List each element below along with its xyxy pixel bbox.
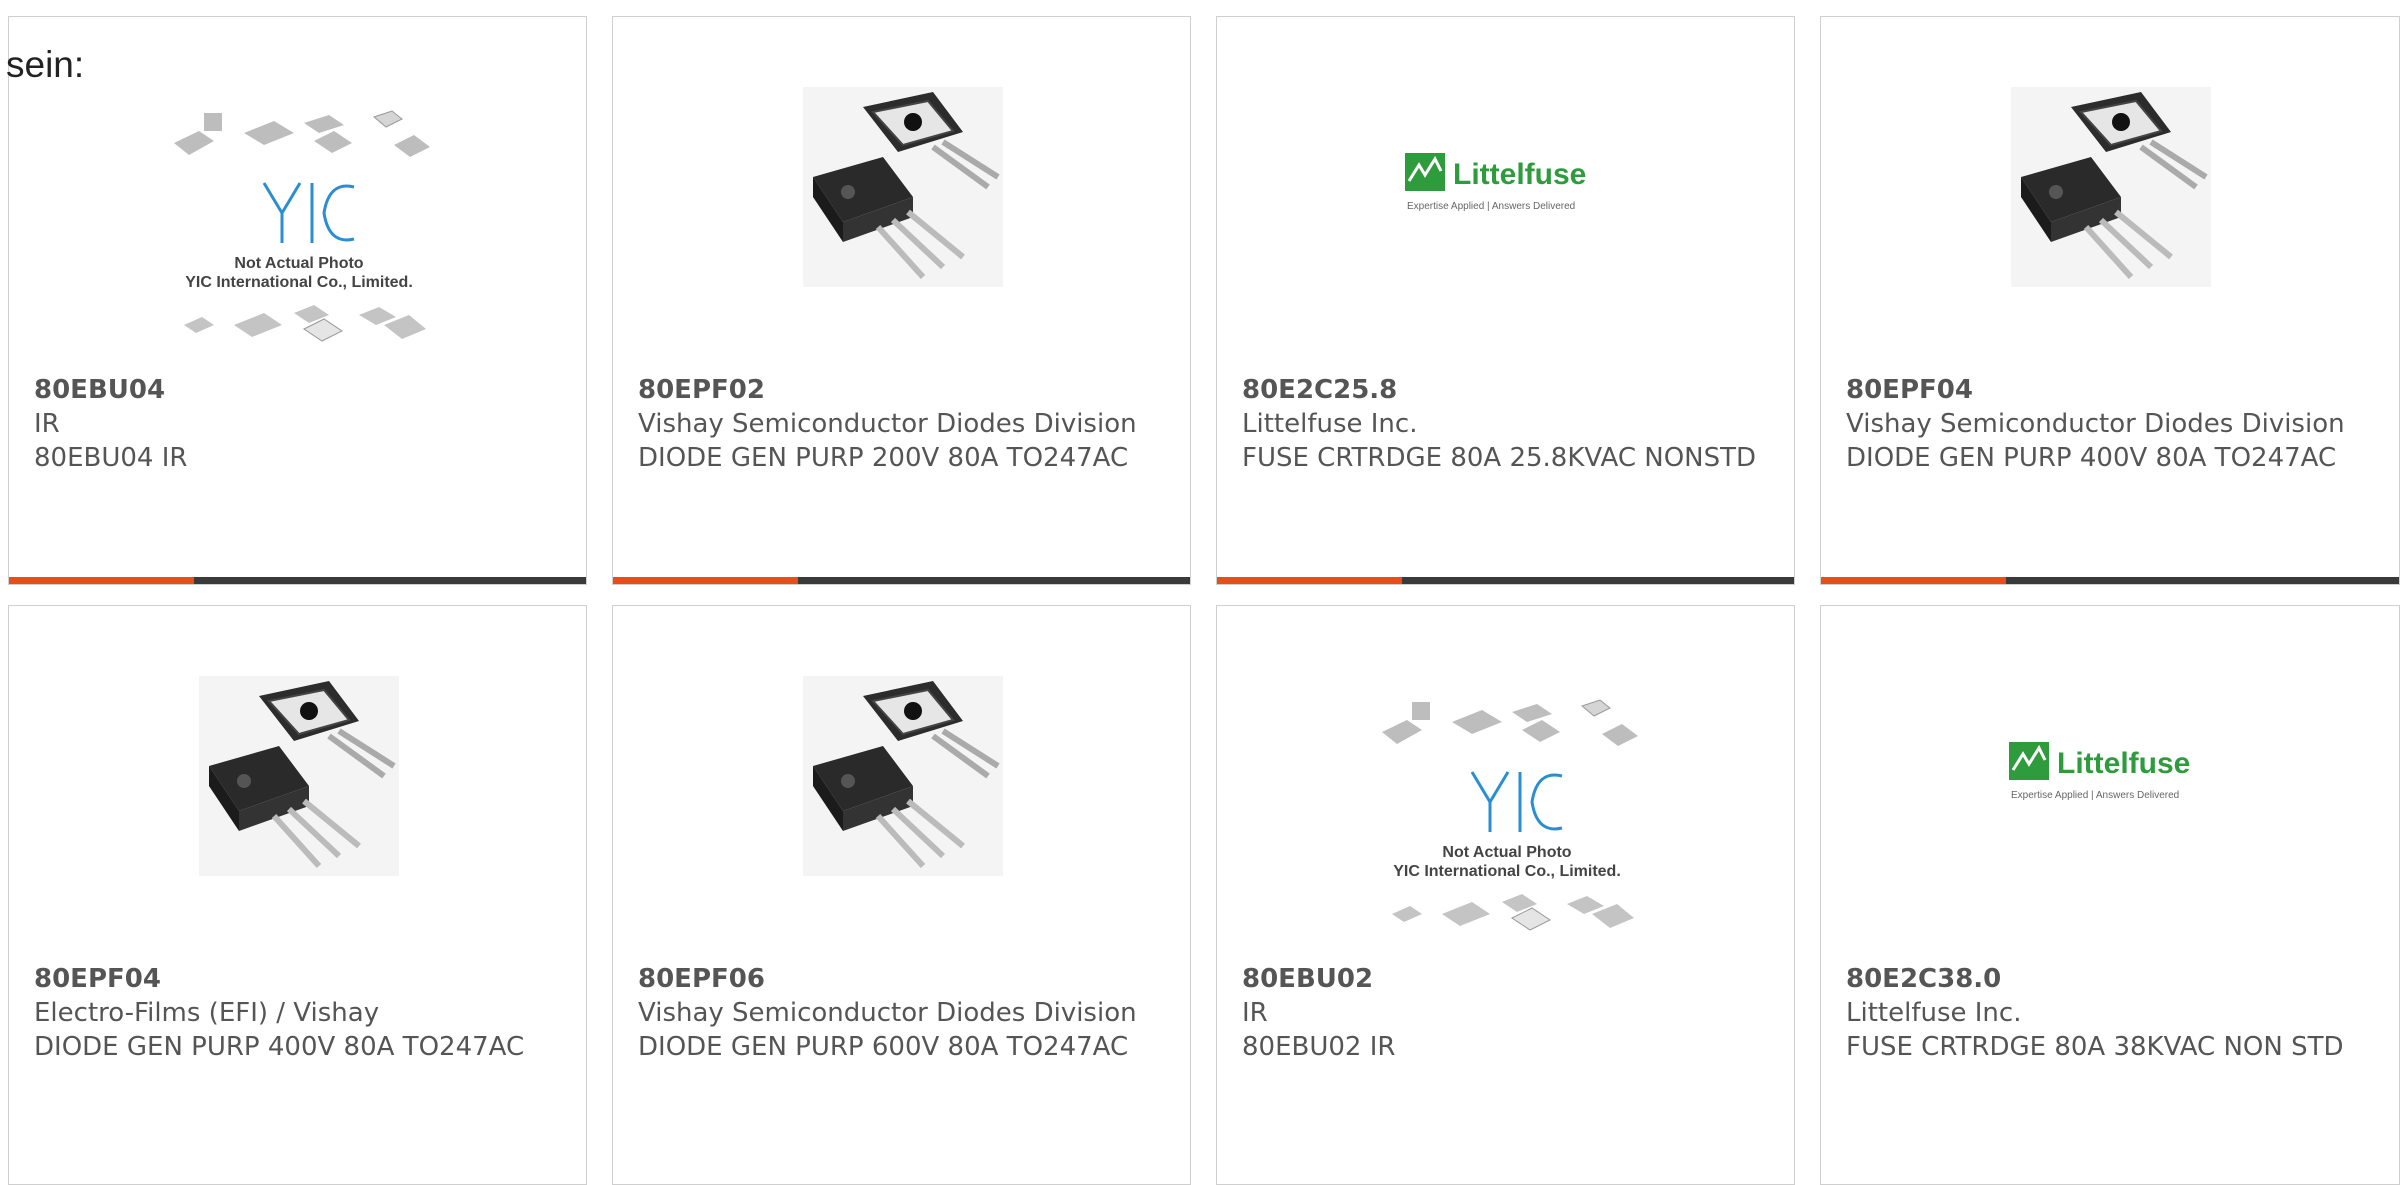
littelfuse-tagline: Expertise Applied | Answers Delivered [1407,201,1575,212]
manufacturer: Vishay Semiconductor Diodes Division [638,409,1137,439]
product-image[interactable]: Not Actual Photo YIC International Co., … [1217,606,1794,951]
yic-placeholder-icon: Not Actual Photo YIC International Co., … [174,110,430,342]
littelfuse-tagline: Expertise Applied | Answers Delivered [2011,790,2179,801]
description: DIODE GEN PURP 200V 80A TO247AC [638,443,1129,473]
intro-text: sein: [6,44,85,85]
product-image[interactable]: Not Actual Photo YIC International Co., … [9,17,586,362]
placeholder-line1: Not Actual Photo [234,255,363,272]
to247-package-icon [199,676,399,876]
manufacturer: IR [1242,998,1268,1028]
card-accent-bar [1217,577,1794,584]
product-card[interactable]: Littelfuse Expertise Applied | Answers D… [1216,16,1795,585]
description: DIODE GEN PURP 600V 80A TO247AC [638,1032,1129,1062]
part-number[interactable]: 80EPF02 [638,373,1160,407]
to247-package-icon [2011,87,2211,287]
card-accent-bar [9,577,586,584]
manufacturer: Littelfuse Inc. [1846,998,2022,1028]
description: DIODE GEN PURP 400V 80A TO247AC [34,1032,525,1062]
littelfuse-logo: Littelfuse Expertise Applied | Answers D… [1405,153,1586,212]
description: 80EBU04 IR [34,443,188,473]
product-card[interactable]: 80EPF02 Vishay Semiconductor Diodes Divi… [612,16,1191,585]
product-card[interactable]: Littelfuse Expertise Applied | Answers D… [1820,605,2400,1185]
part-number[interactable]: 80EPF04 [34,962,556,996]
yic-placeholder-icon: Not Actual Photo YIC International Co., … [1382,699,1638,931]
product-image[interactable] [613,606,1190,951]
part-number[interactable]: 80EPF06 [638,962,1160,996]
to247-package-icon [803,676,1003,876]
manufacturer: Littelfuse Inc. [1242,409,1418,439]
part-number[interactable]: 80E2C25.8 [1242,373,1764,407]
manufacturer: Electro-Films (EFI) / Vishay [34,998,380,1028]
description: 80EBU02 IR [1242,1032,1396,1062]
product-card[interactable]: Not Actual Photo YIC International Co., … [1216,605,1795,1185]
product-card[interactable]: 80EPF04 Electro-Films (EFI) / Vishay DIO… [8,605,587,1185]
product-grid: Not Actual Photo YIC International Co., … [0,0,2400,1185]
description: FUSE CRTRDGE 80A 25.8KVAC NONSTD [1242,443,1757,473]
manufacturer: Vishay Semiconductor Diodes Division [638,998,1137,1028]
part-number[interactable]: 80EBU04 [34,373,556,407]
description: DIODE GEN PURP 400V 80A TO247AC [1846,443,2337,473]
description: FUSE CRTRDGE 80A 38KVAC NON STD [1846,1032,2344,1062]
littelfuse-wordmark: Littelfuse [2057,747,2190,780]
placeholder-line2: YIC International Co., Limited. [1393,863,1621,880]
product-image[interactable]: Littelfuse Expertise Applied | Answers D… [1821,606,2399,951]
littelfuse-logo: Littelfuse Expertise Applied | Answers D… [2009,742,2190,801]
product-card[interactable]: 80EPF06 Vishay Semiconductor Diodes Divi… [612,605,1191,1185]
part-number[interactable]: 80EBU02 [1242,962,1764,996]
product-image[interactable] [9,606,586,951]
product-card[interactable]: 80EPF04 Vishay Semiconductor Diodes Divi… [1820,16,2400,585]
part-number[interactable]: 80E2C38.0 [1846,962,2369,996]
product-image[interactable]: Littelfuse Expertise Applied | Answers D… [1217,17,1794,362]
manufacturer: Vishay Semiconductor Diodes Division [1846,409,2345,439]
placeholder-line1: Not Actual Photo [1442,844,1571,861]
manufacturer: IR [34,409,60,439]
part-number[interactable]: 80EPF04 [1846,373,2369,407]
product-image[interactable] [613,17,1190,362]
card-accent-bar [1821,577,2399,584]
product-image[interactable] [1821,17,2399,362]
to247-package-icon [803,87,1003,287]
littelfuse-wordmark: Littelfuse [1453,158,1586,191]
card-accent-bar [613,577,1190,584]
product-card[interactable]: Not Actual Photo YIC International Co., … [8,16,587,585]
placeholder-line2: YIC International Co., Limited. [185,274,413,291]
